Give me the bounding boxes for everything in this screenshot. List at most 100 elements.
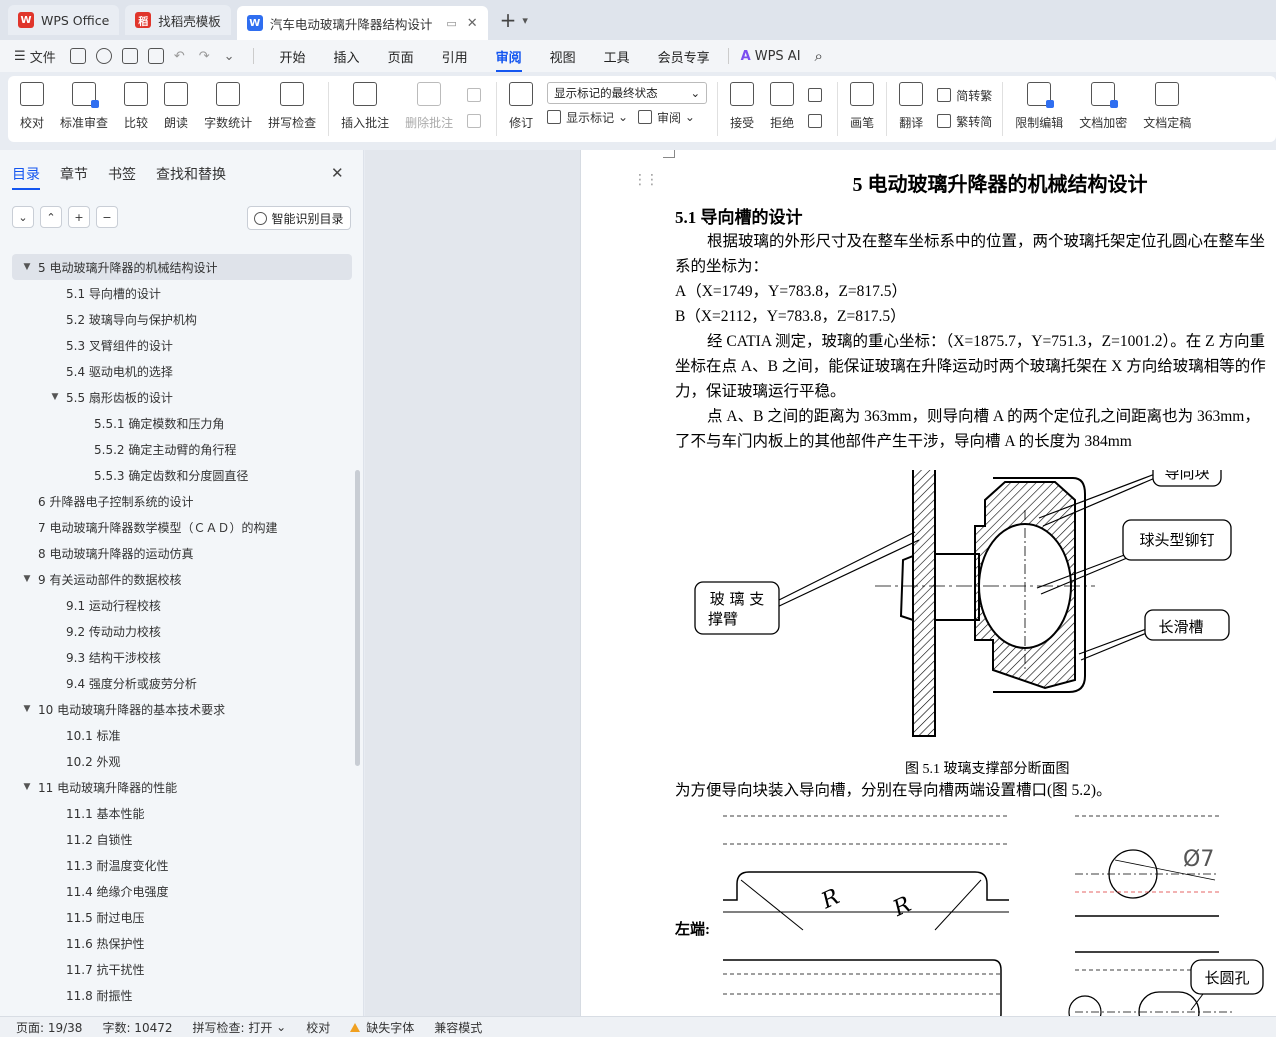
expand-arrow-icon[interactable]: ▼ (20, 704, 34, 714)
toc-item[interactable]: 6 升降器电子控制系统的设计 (12, 488, 352, 514)
toc-item[interactable]: 9.2 传动动力校核 (12, 618, 352, 644)
print-icon[interactable] (121, 48, 138, 64)
close-tab-icon[interactable]: ✕ (467, 16, 478, 31)
next-change-icon[interactable] (808, 109, 827, 133)
tab-toc[interactable]: 目录 (12, 164, 40, 190)
menu-view[interactable]: 视图 (550, 47, 576, 66)
print-preview-icon[interactable] (147, 48, 164, 64)
pen-button[interactable]: 画笔 (850, 82, 874, 131)
next-comment-icon[interactable] (467, 109, 486, 133)
remove-icon[interactable]: − (96, 206, 118, 228)
proof-status[interactable]: 校对 (306, 1019, 330, 1036)
proofread-button[interactable]: 校对 (20, 82, 44, 131)
toc-item[interactable]: 11.8 耐振性 (12, 982, 352, 1008)
drag-handle-icon[interactable]: ⋮⋮ (633, 172, 659, 188)
add-icon[interactable]: + (68, 206, 90, 228)
menu-insert[interactable]: 插入 (334, 47, 360, 66)
file-menu[interactable]: ☰ 文件 (14, 47, 56, 66)
prev-comment-icon[interactable] (467, 83, 486, 107)
smart-toc-button[interactable]: 智能识别目录 (247, 206, 351, 230)
revise-button[interactable]: 修订 (509, 82, 533, 131)
toc-item[interactable]: 11.2 自锁性 (12, 826, 352, 852)
menu-review[interactable]: 审阅 (495, 47, 522, 72)
tab-document[interactable]: W 汽车电动玻璃升降器结构设计 ▭ ✕ (236, 6, 488, 40)
menu-page[interactable]: 页面 (388, 47, 414, 66)
undo-icon[interactable]: ↶ (174, 49, 185, 64)
chevron-down-icon[interactable]: ⌄ (224, 49, 235, 64)
menu-reference[interactable]: 引用 (442, 47, 468, 66)
tab-template[interactable]: 稻 找稻壳模板 (125, 5, 231, 35)
to-simplified-button[interactable]: 繁转简 (937, 109, 992, 133)
toc-item[interactable]: 11.7 抗干扰性 (12, 956, 352, 982)
toc-item[interactable]: ▼ 9 有关运动部件的数据校核 (12, 566, 352, 592)
collapse-icon[interactable]: ⌄ (12, 206, 34, 228)
toc-item[interactable]: 11.5 耐过电压 (12, 904, 352, 930)
save-icon[interactable] (69, 48, 86, 64)
toc-item[interactable]: 5.5.2 确定主动臂的角行程 (12, 436, 352, 462)
expand-arrow-icon[interactable]: ▼ (20, 574, 34, 584)
new-tab-icon[interactable]: + (500, 8, 517, 32)
expand-icon[interactable]: ⌃ (40, 206, 62, 228)
toc-item[interactable]: ▼ 5 电动玻璃升降器的机械结构设计 (12, 254, 352, 280)
toc-item[interactable]: 10.2 外观 (12, 748, 352, 774)
translate-button[interactable]: 翻译 (899, 82, 923, 131)
redo-icon[interactable]: ↷ (199, 49, 210, 64)
tab-find-replace[interactable]: 查找和替换 (156, 164, 226, 184)
toc-item[interactable]: 5.2 玻璃导向与保护机构 (12, 306, 352, 332)
word-count-button[interactable]: 字数统计 (204, 82, 252, 131)
toc-item[interactable]: 7 电动玻璃升降器数学模型（ＣＡＤ）的构建 (12, 514, 352, 540)
toc-item[interactable]: 9.1 运动行程校核 (12, 592, 352, 618)
toc-item[interactable]: 11.6 热保护性 (12, 930, 352, 956)
expand-arrow-icon[interactable]: ▼ (48, 392, 62, 402)
page-indicator[interactable]: 页面: 19/38 (16, 1019, 82, 1036)
toc-item[interactable]: ▼ 10 电动玻璃升降器的基本技术要求 (12, 696, 352, 722)
reject-button[interactable]: 拒绝 (770, 82, 794, 131)
toc-item[interactable]: 11.4 绝缘介电强度 (12, 878, 352, 904)
toc-item[interactable]: 5.1 导向槽的设计 (12, 280, 352, 306)
close-icon[interactable]: ✕ (331, 164, 344, 182)
toc-item[interactable]: 5.3 叉臂组件的设计 (12, 332, 352, 358)
toc-item[interactable]: 9.3 结构干涉校核 (12, 644, 352, 670)
show-markup-button[interactable]: 显示标记 ⌄ (547, 105, 628, 129)
doc-finalize-button[interactable]: 文档定稿 (1143, 82, 1191, 131)
toc-item[interactable]: 8 电动玻璃升降器的运动仿真 (12, 540, 352, 566)
tab-bookmarks[interactable]: 书签 (108, 164, 136, 184)
document-body[interactable]: 5 电动玻璃升降器的机械结构设计 5.1 导向槽的设计 根据玻璃的外形尺寸及在整… (675, 164, 1276, 1016)
missing-font-status[interactable]: 缺失字体 (350, 1019, 414, 1036)
standard-review-button[interactable]: 标准审查 (60, 82, 108, 131)
export-icon[interactable] (95, 48, 112, 64)
tab-chapters[interactable]: 章节 (60, 164, 88, 184)
menu-member[interactable]: 会员专享 (658, 47, 710, 66)
scrollbar[interactable] (355, 470, 360, 766)
wps-ai-button[interactable]: A WPS AI (741, 49, 801, 64)
restrict-edit-button[interactable]: 限制编辑 (1015, 82, 1063, 131)
toc-item[interactable]: 11.3 耐温度变化性 (12, 852, 352, 878)
doc-encrypt-button[interactable]: 文档加密 (1079, 82, 1127, 131)
toc-item[interactable]: 9.4 强度分析或疲劳分析 (12, 670, 352, 696)
word-count[interactable]: 字数: 10472 (102, 1019, 172, 1036)
toc-item[interactable]: 5.4 驱动电机的选择 (12, 358, 352, 384)
accept-button[interactable]: 接受 (730, 82, 754, 131)
compare-button[interactable]: 比较 (124, 82, 148, 131)
toc-item[interactable]: ▼ 5.5 扇形齿板的设计 (12, 384, 352, 410)
expand-arrow-icon[interactable]: ▼ (20, 262, 34, 272)
search-icon[interactable]: ⌕ (815, 47, 823, 65)
review-pane-button[interactable]: 审阅 ⌄ (638, 105, 695, 129)
spell-check-button[interactable]: 拼写检查 (268, 82, 316, 131)
spell-check-status[interactable]: 拼写检查: 打开 ⌄ (193, 1019, 287, 1036)
to-traditional-button[interactable]: 简转繁 (937, 83, 992, 107)
toc-item[interactable]: ▼ 11 电动玻璃升降器的性能 (12, 774, 352, 800)
toc-item[interactable]: 5.5.1 确定模数和压力角 (12, 410, 352, 436)
tab-wps-office[interactable]: W WPS Office (8, 5, 120, 35)
menu-tools[interactable]: 工具 (604, 47, 630, 66)
menu-start[interactable]: 开始 (280, 47, 306, 66)
markup-display-select[interactable]: 显示标记的最终状态 ⌄ (547, 82, 708, 104)
toc-item[interactable]: 11.1 基本性能 (12, 800, 352, 826)
toc-item[interactable]: 10.1 标准 (12, 722, 352, 748)
prev-change-icon[interactable] (808, 83, 827, 107)
insert-comment-button[interactable]: 插入批注 (341, 82, 389, 131)
window-icon[interactable]: ▭ (446, 17, 456, 30)
delete-comment-button[interactable]: 删除批注 (405, 82, 453, 131)
read-aloud-button[interactable]: 朗读 (164, 82, 188, 131)
chevron-down-icon[interactable]: ▾ (522, 14, 528, 27)
